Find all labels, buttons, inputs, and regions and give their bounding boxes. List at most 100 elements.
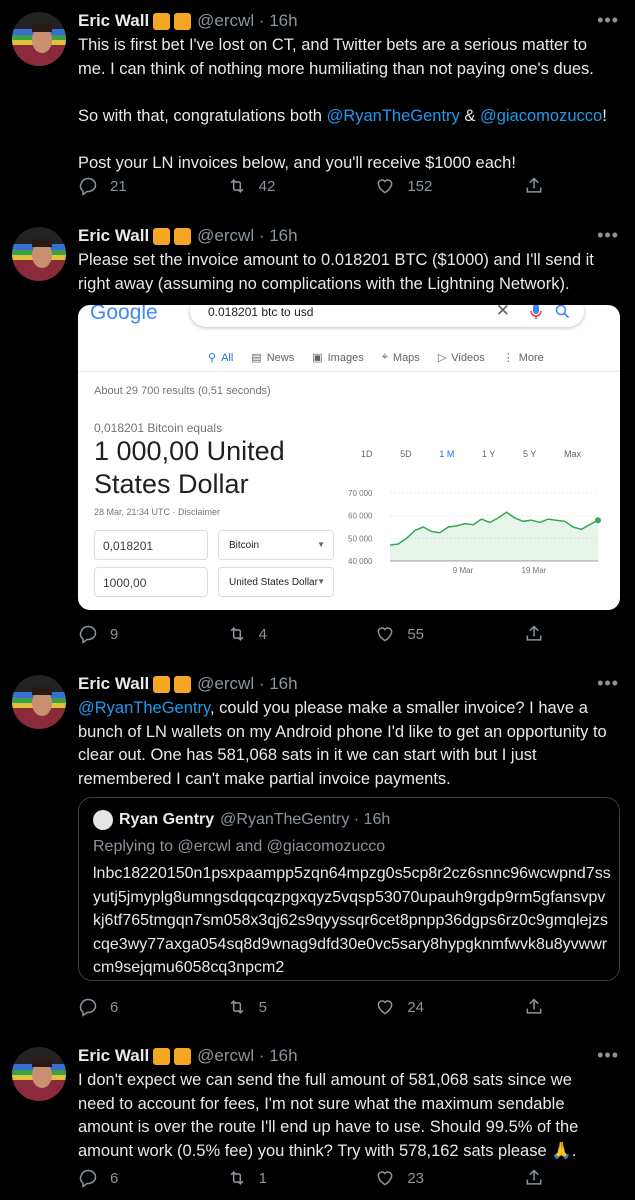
tab-more[interactable]: ⋮ More [503,351,544,365]
retweet-icon [230,1171,244,1185]
mention-link[interactable]: @RyanTheGentry [78,699,210,717]
quoted-tweet[interactable]: Ryan Gentry @RyanTheGentry · 16h Replyin… [78,797,620,981]
share-button[interactable] [524,624,548,644]
y-tick-label: 50 000 [348,534,373,543]
btc-price-chart: 70 000 60 000 50 000 40 000 9 Mar 19 Mar [348,489,601,575]
author-handle[interactable]: @ercwl · 16h [197,674,297,694]
reply-icon [79,998,97,1017]
retweet-count: 42 [258,177,276,195]
author-name[interactable]: Eric Wall [78,674,149,694]
heart-icon [377,1000,393,1015]
reply-count: 21 [110,177,127,195]
retweet-button[interactable]: 4 [227,624,327,644]
range-tab[interactable]: 1D [361,449,373,459]
quoted-avatar[interactable] [93,810,113,830]
replying-to-text: Replying to @ercwl and @giacomozucco [93,838,386,855]
retweet-button[interactable]: 1 [227,1168,327,1188]
reply-button[interactable]: 6 [78,997,178,1017]
from-amount-input[interactable]: 0,018201 [94,530,208,560]
reply-button[interactable]: 21 [78,176,178,196]
results-count: About 29 700 results (0,51 seconds) [94,385,271,397]
reply-icon [79,625,97,644]
video-icon: ▷ [437,352,447,364]
retweet-icon [230,179,244,193]
tab-news[interactable]: ▤ News [251,351,294,365]
share-button[interactable] [524,1168,548,1188]
orange-badge-icon [174,675,192,693]
clear-icon: ✕ [495,305,510,320]
conversion-result: 1 000,00 United States Dollar [94,436,285,499]
share-button[interactable] [524,176,548,196]
range-tab[interactable]: 5D [400,449,412,459]
news-icon: ▤ [251,352,262,364]
reply-button[interactable]: 9 [78,624,178,644]
orange-badge-icon [153,227,171,245]
google-screenshot-image[interactable]: Google 0.018201 btc to usd ✕ ⚲ All ▤ News … [78,305,620,610]
author-name[interactable]: Eric Wall [78,11,149,31]
mention-link[interactable]: @giacomozucco [480,107,602,125]
range-tab[interactable]: 1 M [439,449,454,459]
tweet-text: Please set the invoice amount to 0.01820… [78,251,594,293]
tab-videos[interactable]: ▷ Videos [437,351,485,365]
dropdown-arrow-icon: ▼ [317,577,325,586]
search-query: 0.018201 btc to usd [208,305,314,319]
avatar[interactable] [12,1047,66,1101]
retweet-icon [230,1000,244,1014]
dropdown-arrow-icon: ▼ [317,540,325,549]
author-handle[interactable]: @ercwl · 16h [197,1046,297,1066]
more-options-icon[interactable]: ••• [597,10,619,31]
more-options-icon[interactable]: ••• [597,1045,619,1066]
tweet-actions: 21 42 152 [78,176,548,196]
search-tabs: ⚲ All ▤ News ▣ Images ⌖ Maps ▷ Videos ⋮ More [208,351,544,364]
author-handle[interactable]: @ercwl · 16h [197,226,297,246]
retweet-count: 1 [258,1169,267,1187]
quoted-author-handle[interactable]: @RyanTheGentry · 16h [220,811,390,829]
to-amount-input[interactable]: 1000,00 [94,567,208,597]
tweet-text: This is first bet I've lost on CT, and T… [78,36,607,172]
more-options-icon[interactable]: ••• [597,673,619,694]
like-button[interactable]: 23 [375,1168,475,1188]
like-button[interactable]: 24 [375,997,475,1017]
range-tab[interactable]: 5 Y [523,449,536,459]
y-tick-label: 60 000 [348,512,373,521]
like-count: 55 [407,625,424,643]
retweet-button[interactable]: 42 [227,176,327,196]
google-logo: Google [90,305,158,324]
avatar[interactable] [12,12,66,66]
range-tab[interactable]: 1 Y [482,449,495,459]
tweet-1[interactable]: Eric Wall @ercwl · 16h ••• This is first… [0,8,635,203]
reply-button[interactable]: 6 [78,1168,178,1188]
tab-maps[interactable]: ⌖ Maps [382,351,420,364]
author-name[interactable]: Eric Wall [78,1046,149,1066]
author-name[interactable]: Eric Wall [78,226,149,246]
heart-icon [377,179,393,194]
share-icon [526,625,542,641]
retweet-count: 4 [258,625,267,643]
share-button[interactable] [524,997,548,1017]
y-tick-label: 40 000 [348,557,373,566]
tweet-actions: 6 1 23 [78,1168,548,1188]
retweet-button[interactable]: 5 [227,997,327,1017]
conversion-label: 0,018201 Bitcoin equals [94,421,223,435]
more-options-icon[interactable]: ••• [597,225,619,246]
search-icon: ⚲ [208,352,217,364]
quoted-author-name[interactable]: Ryan Gentry [119,811,214,829]
like-button[interactable]: 152 [375,176,475,196]
avatar[interactable] [12,227,66,281]
avatar[interactable] [12,675,66,729]
tab-all[interactable]: ⚲ All [208,351,233,365]
retweet-icon [230,627,244,641]
like-button[interactable]: 55 [375,624,475,644]
range-tab[interactable]: Max [564,449,581,459]
reply-count: 6 [110,1169,119,1187]
author-handle[interactable]: @ercwl · 16h [197,11,297,31]
tab-images[interactable]: ▣ Images [312,351,363,365]
mention-link[interactable]: @RyanTheGentry [327,107,460,125]
reply-icon [79,1169,97,1188]
y-tick-label: 70 000 [348,489,373,498]
to-currency-select[interactable]: United States Dollar ▼ [218,567,334,597]
tweet-4[interactable]: Eric Wall @ercwl · 16h ••• I don't expec… [0,1043,635,1200]
like-count: 24 [407,998,424,1016]
from-currency-select[interactable]: Bitcoin ▼ [218,530,334,560]
search-icon [555,305,570,319]
